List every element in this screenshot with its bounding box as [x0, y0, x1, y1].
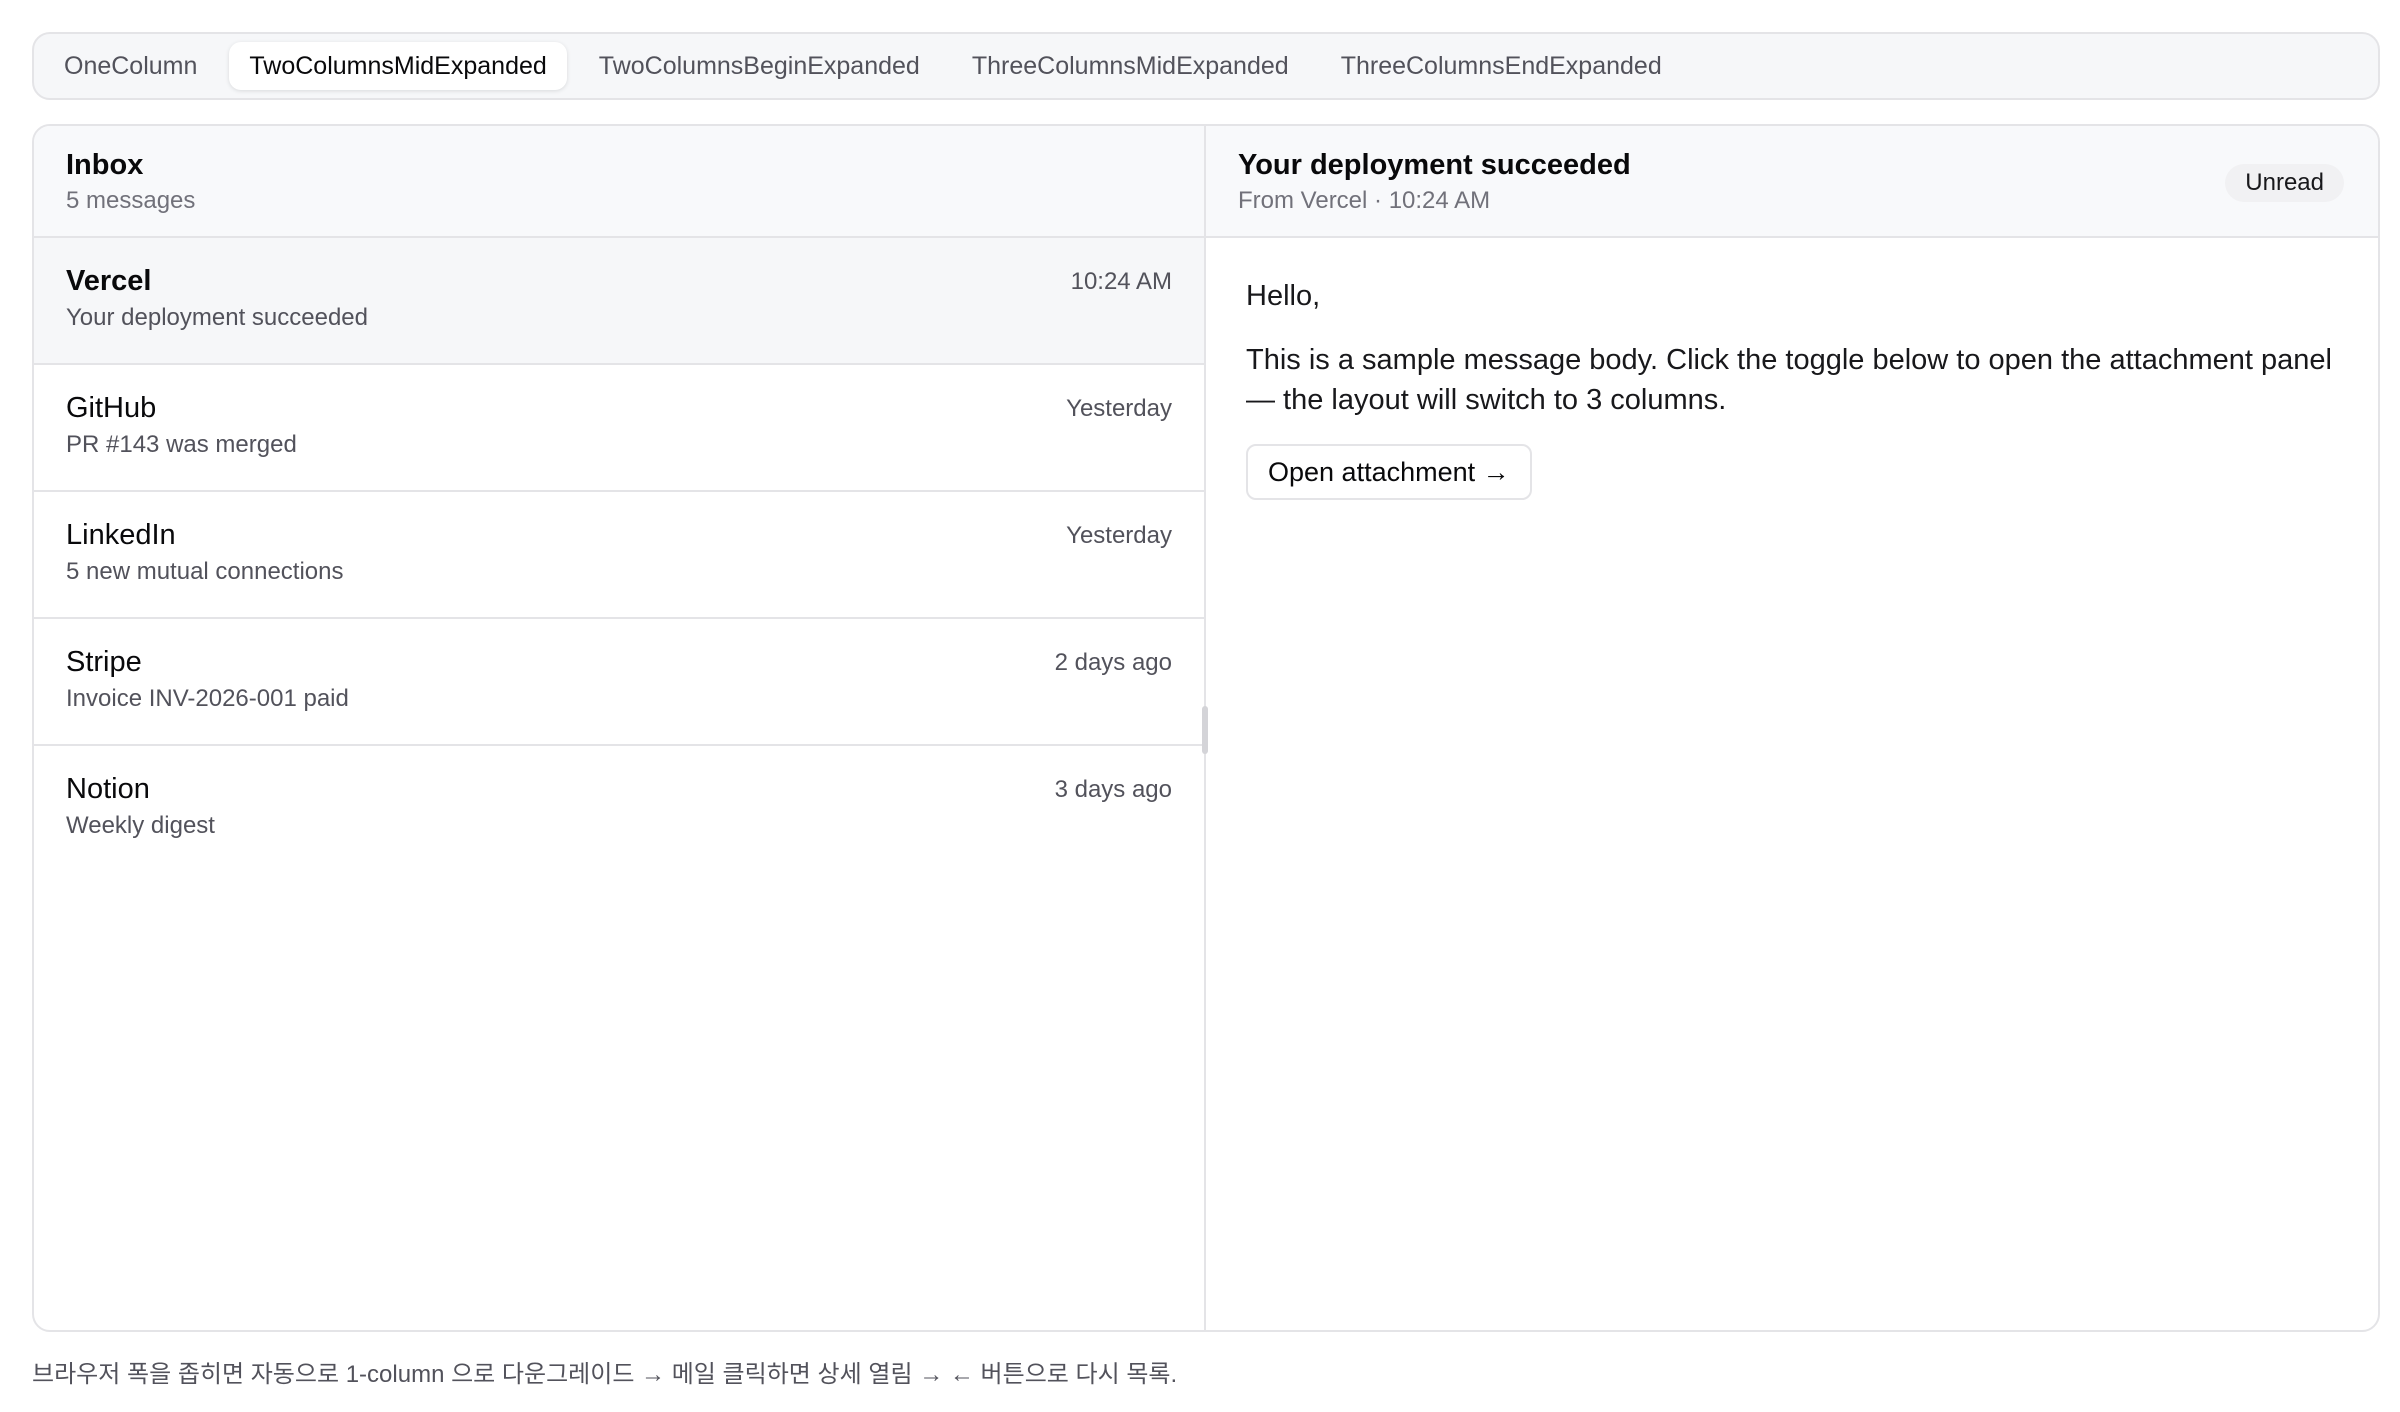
detail-title: Your deployment succeeded — [1238, 149, 1631, 181]
open-attachment-button[interactable]: Open attachment → — [1246, 444, 1532, 500]
message-sender: LinkedIn — [66, 519, 176, 551]
inbox-column: Inbox 5 messages Vercel Your deployment … — [34, 126, 1208, 1330]
tab-three-columns-end-expanded[interactable]: ThreeColumnsEndExpanded — [1321, 42, 1682, 90]
message-time: Yesterday — [1066, 395, 1172, 422]
message-text: This is a sample message body. Click the… — [1246, 344, 2332, 416]
layout-tab-bar: OneColumn TwoColumnsMidExpanded TwoColum… — [32, 32, 2380, 100]
inbox-header: Inbox 5 messages — [34, 126, 1204, 238]
message-item-github[interactable]: GitHub PR #143 was merged Yesterday — [34, 365, 1204, 492]
column-resize-handle[interactable] — [1202, 706, 1208, 754]
message-time: 10:24 AM — [1070, 268, 1172, 295]
message-item-notion[interactable]: Notion Weekly digest 3 days ago — [34, 746, 1204, 873]
message-sender: Notion — [66, 773, 150, 805]
detail-meta: From Vercel · 10:24 AM — [1238, 187, 1491, 214]
message-body: Hello, This is a sample message body. Cl… — [1206, 238, 2378, 500]
tab-two-columns-begin-expanded[interactable]: TwoColumnsBeginExpanded — [579, 42, 940, 90]
message-subject: 5 new mutual connections — [66, 558, 344, 585]
message-time: 2 days ago — [1054, 649, 1172, 676]
message-time: 3 days ago — [1054, 776, 1172, 803]
detail-column: Your deployment succeeded From Vercel · … — [1206, 126, 2378, 1330]
message-time: Yesterday — [1066, 522, 1172, 549]
help-footnote: 브라우저 폭을 좁히면 자동으로 1-column 으로 다운그레이드 → 메일… — [32, 1361, 1178, 1388]
message-greeting: Hello, — [1246, 280, 1321, 312]
inbox-count: 5 messages — [66, 187, 196, 214]
tab-two-columns-mid-expanded[interactable]: TwoColumnsMidExpanded — [229, 42, 567, 90]
message-sender: Stripe — [66, 646, 142, 678]
message-item-linkedin[interactable]: LinkedIn 5 new mutual connections Yester… — [34, 492, 1204, 619]
inbox-title: Inbox — [66, 149, 144, 181]
message-item-vercel[interactable]: Vercel Your deployment succeeded 10:24 A… — [34, 238, 1204, 365]
message-subject: Weekly digest — [66, 812, 215, 839]
message-item-stripe[interactable]: Stripe Invoice INV-2026-001 paid 2 days … — [34, 619, 1204, 746]
message-sender: GitHub — [66, 392, 157, 424]
message-sender: Vercel — [66, 265, 152, 297]
message-subject: Invoice INV-2026-001 paid — [66, 685, 349, 712]
tab-one-column[interactable]: OneColumn — [44, 42, 217, 90]
detail-header: Your deployment succeeded From Vercel · … — [1206, 126, 2378, 238]
flexible-column-layout: Inbox 5 messages Vercel Your deployment … — [32, 124, 2380, 1332]
message-subject: PR #143 was merged — [66, 431, 297, 458]
tab-three-columns-mid-expanded[interactable]: ThreeColumnsMidExpanded — [952, 42, 1309, 90]
message-subject: Your deployment succeeded — [66, 304, 368, 331]
unread-badge: Unread — [2225, 164, 2344, 202]
